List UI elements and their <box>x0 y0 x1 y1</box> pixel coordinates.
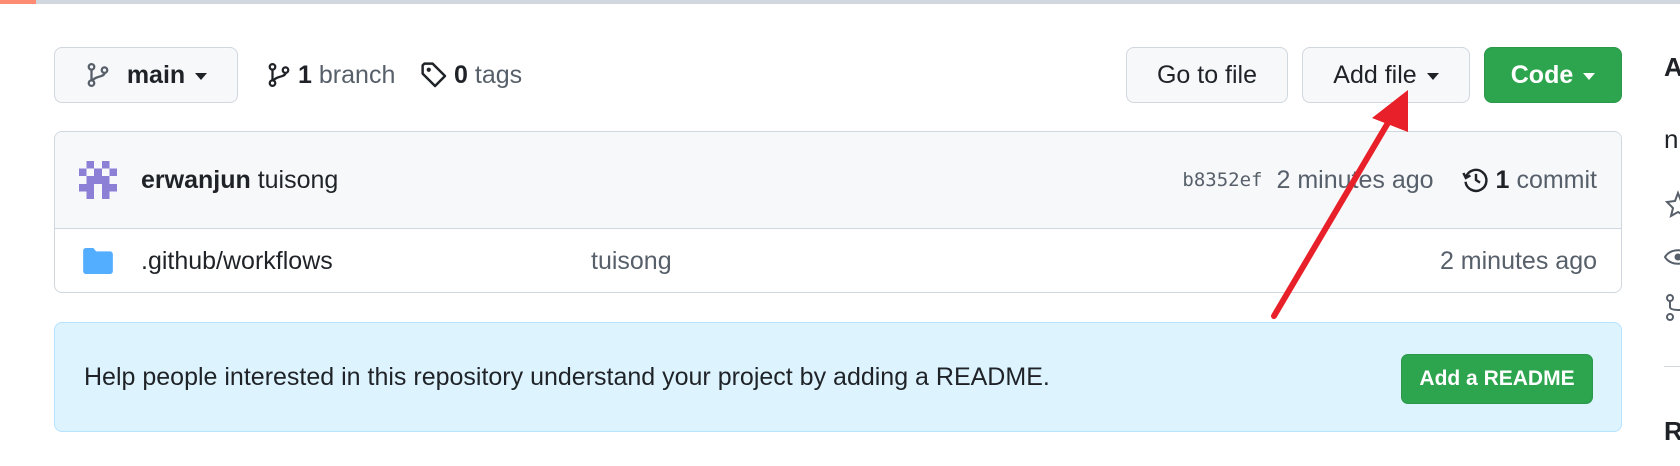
tag-icon <box>421 62 447 88</box>
add-file-button[interactable]: Add file <box>1302 47 1470 103</box>
tag-count-label: tags <box>474 60 523 89</box>
eye-icon[interactable] <box>1664 244 1680 270</box>
fork-icon[interactable] <box>1664 292 1680 322</box>
commit-summary: erwanjun tuisong <box>141 162 338 198</box>
branch-count-label: branch <box>318 60 396 89</box>
about-heading: A <box>1664 52 1680 82</box>
branch-selector-label: main <box>126 60 186 89</box>
commit-sha[interactable]: b8352ef <box>1182 169 1262 191</box>
git-branch-icon <box>268 62 290 88</box>
commit-count[interactable]: 1 <box>1496 166 1510 195</box>
code-button[interactable]: Code <box>1484 47 1622 103</box>
branches-link[interactable]: 1 branch <box>266 56 395 94</box>
releases-heading: R <box>1664 416 1680 446</box>
latest-commit-bar: erwanjun tuisong b8352ef 2 minutes ago 1… <box>55 132 1621 229</box>
commit-author[interactable]: erwanjun <box>141 166 251 194</box>
star-icon[interactable] <box>1664 190 1680 220</box>
readme-prompt-banner: Help people interested in this repositor… <box>54 322 1622 432</box>
branch-selector-button[interactable]: main <box>54 47 238 103</box>
folder-icon <box>83 248 113 274</box>
tag-count: 0 <box>454 60 468 89</box>
file-listing: erwanjun tuisong b8352ef 2 minutes ago 1… <box>54 131 1622 293</box>
add-readme-label: Add a README <box>1419 367 1575 390</box>
commit-message[interactable]: tuisong <box>258 166 339 194</box>
file-row: .github/workflows tuisong 2 minutes ago <box>55 229 1621 292</box>
add-file-label: Add file <box>1333 60 1417 89</box>
history-icon <box>1461 168 1488 193</box>
file-commit-time: 2 minutes ago <box>1439 247 1597 275</box>
top-nav-underline <box>0 0 1680 4</box>
avatar[interactable] <box>79 161 117 199</box>
branch-count: 1 <box>298 60 312 89</box>
git-branch-icon <box>87 62 109 88</box>
go-to-file-label: Go to file <box>1156 60 1258 89</box>
sidebar-divider <box>1664 366 1680 367</box>
commit-time: 2 minutes ago <box>1276 165 1434 194</box>
chevron-down-icon <box>1583 72 1596 80</box>
active-tab-underline <box>0 0 36 4</box>
tags-link[interactable]: 0 tags <box>420 56 522 94</box>
go-to-file-button[interactable]: Go to file <box>1126 47 1288 103</box>
add-readme-button[interactable]: Add a README <box>1401 354 1593 404</box>
readme-prompt-text: Help people interested in this repositor… <box>84 363 1050 391</box>
repo-description: n <box>1664 124 1679 154</box>
chevron-down-icon <box>1426 72 1439 80</box>
code-label: Code <box>1510 60 1574 89</box>
chevron-down-icon <box>195 72 208 80</box>
commit-meta: b8352ef 2 minutes ago 1 commit <box>1182 162 1597 198</box>
file-name-link[interactable]: .github/workflows <box>141 243 333 279</box>
commit-count-label[interactable]: commit <box>1516 166 1597 195</box>
file-commit-message[interactable]: tuisong <box>591 243 672 279</box>
